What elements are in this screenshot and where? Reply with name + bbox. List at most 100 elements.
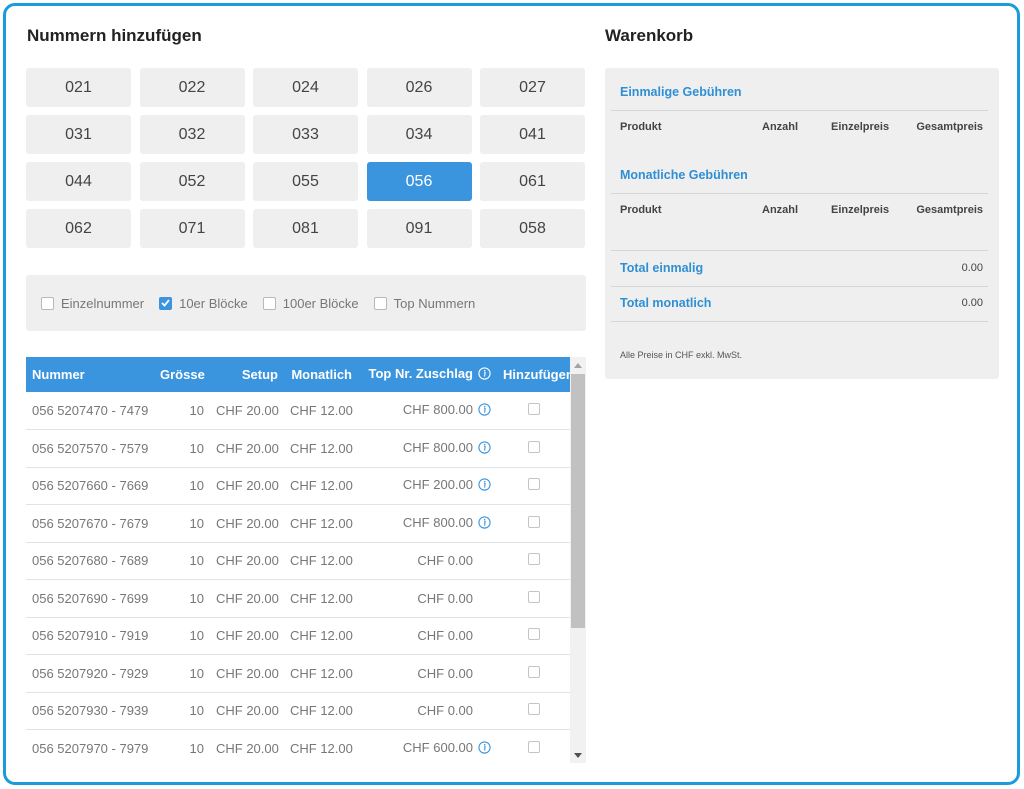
col-header-groesse[interactable]: Grösse: [154, 357, 210, 392]
area-code-button[interactable]: 044: [26, 162, 131, 201]
area-code-button[interactable]: 055: [253, 162, 358, 201]
add-number-checkbox[interactable]: [527, 740, 540, 753]
table-row: 056 5207930 - 7939 10 CHF 20.00 CHF 12.00 CH…: [26, 692, 570, 730]
numbers-table: Nummer Grösse Setup Monatlich Top Nr. Zu…: [26, 357, 574, 764]
cell-zuschlag: CHF 0.00: [358, 580, 497, 618]
scroll-up-arrow-icon[interactable]: [570, 357, 586, 373]
zuschlag-value: CHF 600.00: [402, 739, 473, 755]
cell-hinzufuegen: [497, 655, 570, 693]
area-code-button[interactable]: 026: [366, 68, 472, 107]
cell-monatlich: CHF 12.00: [290, 665, 353, 681]
total-monthly-label: Total monatlich: [620, 296, 712, 310]
area-code-button[interactable]: 031: [26, 115, 131, 154]
table-row: 056 5207970 - 7979 10 CHF 20.00 CHF 12.00 CH…: [26, 730, 570, 764]
col-header-setup[interactable]: Setup: [210, 357, 284, 392]
filter-checkbox[interactable]: [262, 296, 276, 310]
area-code-button[interactable]: 024: [253, 68, 358, 107]
table-header-row: Nummer Grösse Setup Monatlich Top Nr. Zu…: [26, 357, 574, 392]
scroll-down-arrow-icon[interactable]: [570, 747, 586, 763]
add-number-checkbox[interactable]: [527, 703, 540, 716]
filter-option[interactable]: Einzelnummer: [41, 296, 144, 311]
filter-label: Top Nummern: [393, 295, 476, 311]
filter-checkbox[interactable]: [41, 296, 54, 310]
cell-zuschlag: CHF 0.00: [358, 692, 497, 730]
add-number-checkbox[interactable]: [527, 628, 540, 641]
col-header-monatlich[interactable]: Monatlich: [284, 357, 358, 392]
filter-checkbox[interactable]: [373, 296, 387, 310]
area-code-button[interactable]: 056: [366, 162, 472, 201]
cell-setup: CHF 20.00: [216, 515, 279, 531]
area-code-button[interactable]: 033: [253, 115, 358, 154]
zuschlag-value: CHF 0.00: [417, 553, 473, 569]
area-code-button[interactable]: 052: [139, 162, 245, 201]
cart-col-produkt: Produkt: [620, 204, 662, 216]
area-code-button[interactable]: 022: [139, 68, 245, 107]
zuschlag-value: CHF 800.00: [402, 439, 473, 455]
cell-nummer: 056 5207910 - 7919: [32, 628, 149, 644]
cell-nummer: 056 5207680 - 7689: [32, 553, 149, 569]
add-number-checkbox[interactable]: [527, 553, 540, 566]
area-code-button[interactable]: 091: [366, 209, 472, 248]
area-code-button[interactable]: 062: [26, 209, 131, 248]
table-scrollbar[interactable]: [570, 357, 586, 763]
area-code-button[interactable]: 041: [480, 115, 585, 154]
add-number-checkbox[interactable]: [527, 665, 540, 678]
table-row: 056 5207670 - 7679 10 CHF 20.00 CHF 12.00 CH…: [26, 505, 570, 543]
cell-zuschlag: CHF 800.00: [358, 392, 497, 430]
info-icon[interactable]: [478, 403, 491, 419]
divider: [611, 193, 988, 194]
area-code-button[interactable]: 058: [480, 209, 585, 248]
numbers-table-container: Nummer Grösse Setup Monatlich Top Nr. Zu…: [26, 357, 586, 763]
info-icon[interactable]: [478, 516, 491, 532]
filter-option[interactable]: 100er Blöcke: [262, 295, 359, 311]
cell-zuschlag: CHF 800.00: [358, 505, 497, 543]
total-one-time-value: 0.00: [961, 262, 983, 274]
area-code-button[interactable]: 021: [26, 68, 131, 107]
col-header-nummer[interactable]: Nummer: [26, 357, 154, 392]
cell-hinzufuegen: [497, 692, 570, 730]
table-row: 056 5207470 - 7479 10 CHF 20.00 CHF 12.00 CH…: [26, 392, 570, 430]
cell-monatlich: CHF 12.00: [290, 703, 353, 719]
cell-groesse: 10: [189, 665, 204, 681]
cell-zuschlag: CHF 0.00: [358, 542, 497, 580]
area-code-button[interactable]: 081: [253, 209, 358, 248]
info-icon[interactable]: [478, 441, 491, 457]
area-code-button[interactable]: 027: [480, 68, 585, 107]
filter-label: 10er Blöcke: [179, 295, 248, 311]
filter-label: 100er Blöcke: [282, 295, 359, 311]
cell-hinzufuegen: [497, 542, 570, 580]
area-code-button[interactable]: 032: [139, 115, 245, 154]
col-header-zuschlag[interactable]: Top Nr. Zuschlag: [358, 357, 497, 392]
cell-nummer: 056 5207930 - 7939: [32, 703, 149, 719]
area-code-button[interactable]: 034: [366, 115, 472, 154]
cell-hinzufuegen: [497, 392, 570, 430]
filter-option[interactable]: Top Nummern: [373, 295, 476, 311]
cell-hinzufuegen: [497, 467, 570, 505]
cell-nummer: 056 5207570 - 7579: [32, 440, 149, 456]
scrollbar-thumb[interactable]: [571, 374, 585, 628]
add-number-checkbox[interactable]: [527, 403, 540, 415]
filter-checkbox[interactable]: [159, 296, 173, 310]
cell-setup: CHF 20.00: [216, 478, 279, 494]
cell-nummer: 056 5207670 - 7679: [32, 515, 149, 531]
add-number-checkbox[interactable]: [527, 478, 540, 491]
cell-groesse: 10: [189, 740, 204, 756]
info-icon[interactable]: [478, 367, 491, 383]
filter-option[interactable]: 10er Blöcke: [159, 296, 248, 311]
area-code-button[interactable]: 071: [139, 209, 245, 248]
cell-monatlich: CHF 12.00: [290, 440, 353, 456]
cell-groesse: 10: [189, 403, 204, 418]
cell-setup: CHF 20.00: [216, 403, 279, 418]
cell-monatlich: CHF 12.00: [290, 628, 353, 644]
info-icon[interactable]: [478, 478, 491, 494]
add-number-checkbox[interactable]: [527, 590, 540, 603]
cell-monatlich: CHF 12.00: [290, 515, 353, 531]
divider: [611, 110, 988, 111]
cell-monatlich: CHF 12.00: [290, 740, 353, 756]
area-code-button[interactable]: 061: [480, 162, 585, 201]
add-numbers-title: Nummern hinzufügen: [27, 26, 202, 45]
cart-title: Warenkorb: [605, 26, 694, 45]
add-number-checkbox[interactable]: [527, 440, 540, 453]
info-icon[interactable]: [478, 741, 491, 757]
add-number-checkbox[interactable]: [527, 515, 540, 528]
